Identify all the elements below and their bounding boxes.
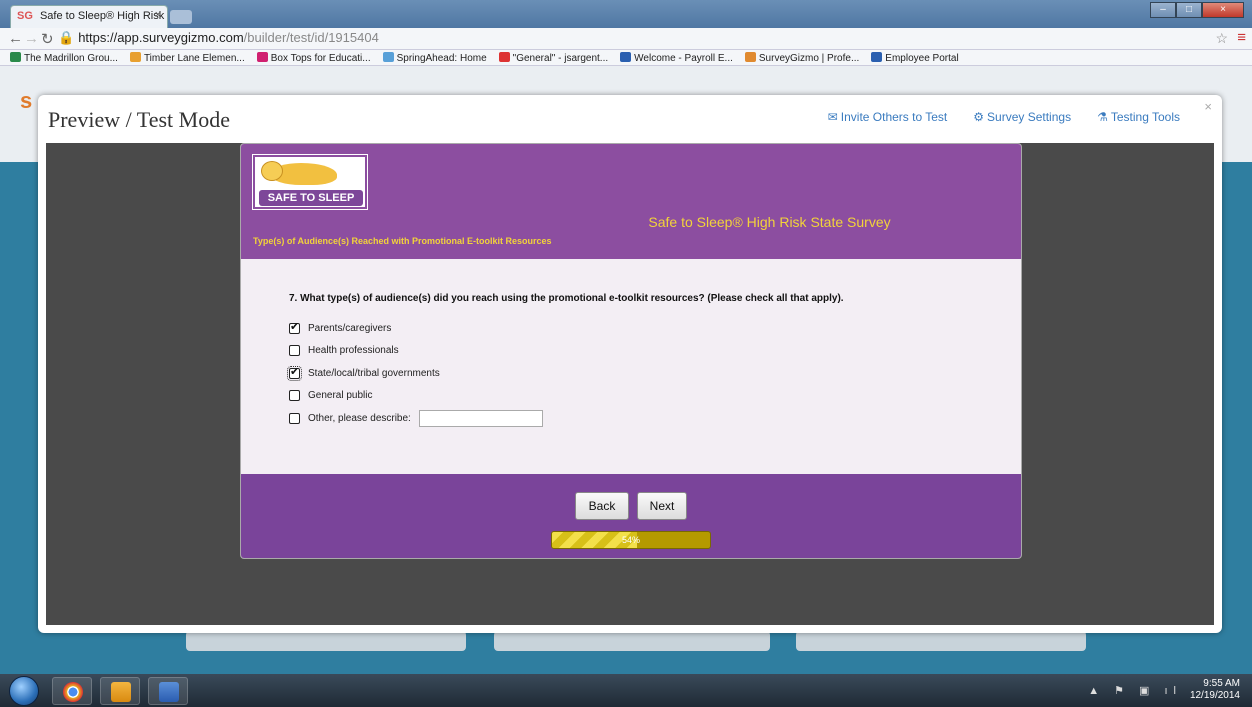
- invite-others-link[interactable]: ✉ Invite Others to Test: [828, 110, 948, 124]
- checkbox[interactable]: [289, 412, 300, 424]
- p-icon: [620, 51, 632, 62]
- outlook-icon: [111, 682, 131, 702]
- checkbox[interactable]: [287, 365, 302, 381]
- tab-favicon: SG: [17, 10, 33, 22]
- survey-footer: Back Next 54%: [241, 474, 1021, 558]
- gear-icon: ⚙: [973, 110, 985, 124]
- bookmark-item[interactable]: Employee Portal: [871, 51, 959, 64]
- minimize-button[interactable]: –: [1150, 2, 1176, 18]
- taskbar-word[interactable]: [148, 677, 188, 705]
- window-close-button[interactable]: ×: [1202, 2, 1244, 18]
- option-parents-caregivers[interactable]: Parents/caregivers: [289, 317, 543, 340]
- bookmarks-bar: The Madrillon Grou... Timber Lane Elemen.…: [0, 50, 1252, 66]
- start-button[interactable]: [9, 676, 39, 706]
- survey-title: Safe to Sleep® High Risk State Survey: [648, 214, 891, 230]
- option-other[interactable]: Other, please describe:: [289, 407, 543, 430]
- green-icon: [10, 51, 21, 62]
- new-tab-button[interactable]: [170, 10, 192, 24]
- bookmark-item[interactable]: "General" - jsargent...: [498, 51, 609, 64]
- system-tray-icons[interactable]: ▲ ⚑ ▣ ıl: [1088, 684, 1182, 697]
- checkbox[interactable]: [289, 320, 300, 334]
- bookmark-item[interactable]: The Madrillon Grou...: [10, 51, 118, 64]
- bookmark-label: SpringAhead: Home: [396, 52, 487, 64]
- option-label: Parents/caregivers: [308, 322, 392, 334]
- checkbox[interactable]: [289, 390, 300, 402]
- question-text: 7. What type(s) of audience(s) did you r…: [289, 293, 844, 304]
- bookmark-label: The Madrillon Grou...: [24, 52, 118, 64]
- modal-title: Preview / Test Mode: [48, 107, 230, 132]
- tab-close-icon[interactable]: ×: [155, 9, 161, 21]
- bookmark-label: Timber Lane Elemen...: [143, 52, 245, 64]
- tab-title: Safe to Sleep® High Risk: [39, 10, 165, 22]
- option-label: State/local/tribal governments: [308, 367, 440, 379]
- progress-bar: 54%: [551, 531, 711, 549]
- option-health-professionals[interactable]: Health professionals: [289, 340, 543, 363]
- maximize-button[interactable]: □: [1176, 2, 1202, 18]
- bookmark-label: Employee Portal: [885, 52, 959, 64]
- progress-label: 54%: [621, 535, 640, 545]
- url-host: https://app.surveygizmo.com: [78, 30, 244, 45]
- sg-icon: [744, 51, 756, 62]
- flask-icon: ⚗: [1097, 110, 1108, 124]
- forward-arrow-icon[interactable]: →: [24, 30, 39, 47]
- lock-icon: 🔒: [58, 30, 75, 45]
- other-describe-input[interactable]: [418, 409, 543, 427]
- options-list: Parents/caregivers Health professionals …: [287, 317, 543, 430]
- taskbar-outlook[interactable]: [100, 677, 140, 705]
- bookmark-item[interactable]: Box Tops for Educati...: [256, 51, 371, 64]
- word-icon: [159, 682, 179, 702]
- next-button[interactable]: Next: [637, 492, 687, 520]
- browser-menu-icon[interactable]: ≡: [1237, 29, 1246, 46]
- boxtops-icon: [256, 51, 268, 62]
- chrome-icon: [63, 682, 83, 702]
- survey-subtitle: Type(s) of Audience(s) Reached with Prom…: [253, 236, 552, 246]
- bookmark-label: Welcome - Payroll E...: [634, 52, 733, 64]
- back-arrow-icon[interactable]: ←: [8, 30, 23, 47]
- modal-close-icon[interactable]: ×: [1204, 99, 1212, 114]
- bookmark-label: Box Tops for Educati...: [270, 52, 371, 64]
- window-controls: – □ ×: [1150, 2, 1244, 18]
- survey-settings-link[interactable]: ⚙ Survey Settings: [973, 110, 1071, 124]
- browser-toolbar: ← → ↻ 🔒 https://app.surveygizmo.com/build…: [0, 28, 1252, 50]
- school-icon: [129, 51, 141, 62]
- bookmark-star-icon[interactable]: ☆: [1215, 30, 1228, 47]
- safe-to-sleep-logo: SAFE TO SLEEP: [252, 154, 368, 210]
- bookmark-item[interactable]: SurveyGizmo | Profe...: [744, 51, 860, 64]
- address-bar[interactable]: 🔒 https://app.surveygizmo.com/builder/tes…: [58, 30, 379, 46]
- clock-date: 12/19/2014: [1189, 690, 1240, 701]
- clock[interactable]: 9:55 AM 12/19/2014: [1190, 678, 1240, 702]
- bookmark-item[interactable]: Welcome - Payroll E...: [620, 51, 733, 64]
- option-label: General public: [308, 390, 373, 402]
- p-icon: [871, 51, 883, 62]
- bookmark-label: SurveyGizmo | Profe...: [758, 52, 860, 64]
- background-logo: s: [20, 88, 33, 113]
- survey-form: SAFE TO SLEEP Safe to Sleep® High Risk S…: [240, 143, 1022, 559]
- bookmark-item[interactable]: Timber Lane Elemen...: [129, 51, 245, 64]
- checkbox[interactable]: [289, 345, 300, 357]
- back-button[interactable]: Back: [575, 492, 629, 520]
- browser-tab[interactable]: SG Safe to Sleep® High Risk ×: [10, 5, 168, 28]
- option-label: Other, please describe:: [308, 412, 411, 424]
- clock-time: 9:55 AM: [1203, 678, 1240, 689]
- option-state-local-tribal[interactable]: State/local/tribal governments: [287, 362, 543, 385]
- bookmark-item[interactable]: SpringAhead: Home: [382, 51, 487, 64]
- modal-links: ✉ Invite Others to Test ⚙ Survey Settings …: [828, 110, 1180, 124]
- grid-icon: [382, 51, 394, 62]
- url-path: /builder/test/id/1915404: [243, 30, 379, 45]
- bookmark-label: "General" - jsargent...: [512, 52, 609, 64]
- preview-modal: Preview / Test Mode ✉ Invite Others to Te…: [38, 95, 1222, 633]
- option-general-public[interactable]: General public: [289, 385, 543, 408]
- envelope-icon: ✉: [827, 110, 838, 124]
- survey-header: SAFE TO SLEEP Safe to Sleep® High Risk S…: [241, 144, 1021, 259]
- reload-icon[interactable]: ↻: [41, 30, 54, 48]
- logo-text: SAFE TO SLEEP: [259, 190, 363, 206]
- survey-body: 7. What type(s) of audience(s) did you r…: [241, 259, 1021, 474]
- preview-stage: SAFE TO SLEEP Safe to Sleep® High Risk S…: [46, 143, 1214, 625]
- browser-titlebar: SG Safe to Sleep® High Risk × – □ ×: [0, 0, 1252, 28]
- option-label: Health professionals: [308, 345, 399, 357]
- taskbar-chrome[interactable]: [52, 677, 92, 705]
- gmail-icon: [498, 51, 510, 62]
- testing-tools-link[interactable]: ⚗ Testing Tools: [1097, 110, 1180, 124]
- windows-taskbar: ▲ ⚑ ▣ ıl 9:55 AM 12/19/2014: [0, 674, 1252, 707]
